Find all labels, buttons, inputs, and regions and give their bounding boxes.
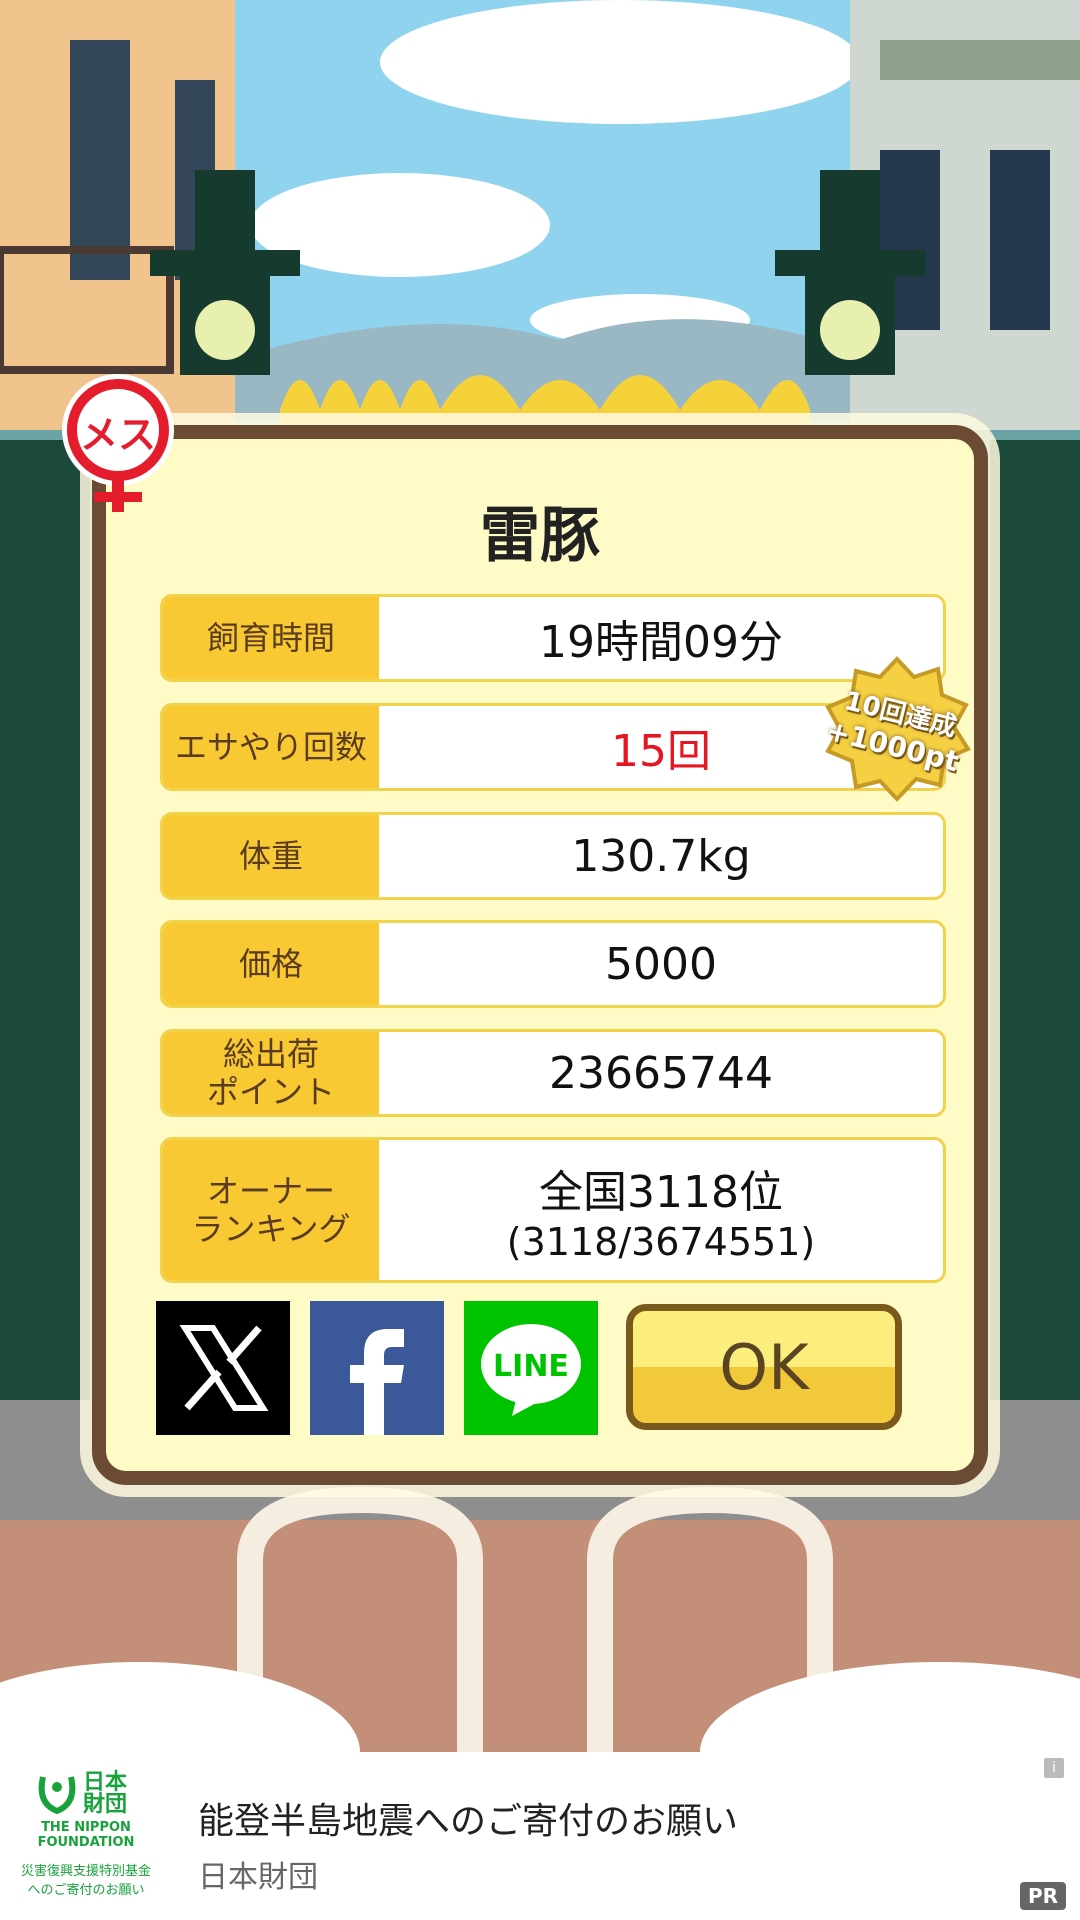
ranking-value: 全国3118位 [539, 1167, 783, 1218]
achievement-badge: 10回達成 +1000pt [822, 655, 972, 805]
ok-button[interactable]: OK [626, 1304, 902, 1430]
share-facebook-button[interactable] [310, 1301, 444, 1435]
share-buttons: LINE [156, 1301, 598, 1435]
stat-value: 130.7kg [571, 830, 751, 882]
line-label: LINE [493, 1349, 569, 1384]
logo-caption1: 災害復興支援特別基金 [20, 1864, 151, 1879]
pig-status-dialog: 雷豚 飼育時間 19時間09分 エサやり回数 15回 体重 130.7kg 価格… [92, 425, 988, 1485]
ad-sponsor: 日本財団 [198, 1860, 318, 1895]
stat-value: 5000 [605, 938, 717, 990]
x-icon [179, 1325, 269, 1411]
stat-row-price: 価格 5000 [160, 920, 946, 1008]
stat-label: エサやり回数 [163, 706, 379, 788]
pig-name-title: 雷豚 [480, 501, 600, 571]
stat-label: 飼育時間 [163, 597, 379, 679]
stat-label: 総出荷 ポイント [163, 1032, 379, 1114]
stat-row-weight: 体重 130.7kg [160, 812, 946, 900]
ranking-detail: (3118/3674551) [506, 1220, 816, 1264]
stat-label: 価格 [163, 923, 379, 1005]
foundation-emblem-icon [38, 1776, 76, 1815]
logo-en2: FOUNDATION [37, 1835, 135, 1850]
share-x-button[interactable] [156, 1301, 290, 1435]
stat-label: 体重 [163, 815, 379, 897]
ad-banner[interactable]: i 日本財団 THE NIPPON FOUNDATION 災害復興支援特別基金 … [0, 1752, 1080, 1920]
stat-label: オーナー ランキング [163, 1140, 379, 1280]
ad-title[interactable]: 能登半島地震へのご寄付のお願い [198, 1792, 738, 1844]
ad-info-icon[interactable]: i [1044, 1758, 1064, 1778]
share-line-button[interactable]: LINE [464, 1301, 598, 1435]
ad-pr-badge: PR [1019, 1882, 1066, 1910]
female-gender-icon: メス [50, 372, 186, 522]
logo-en1: THE NIPPON [41, 1820, 131, 1835]
stat-value-group: 全国3118位 (3118/3674551) [379, 1140, 943, 1280]
gender-label: メス [79, 413, 156, 457]
nippon-foundation-logo: 日本財団 THE NIPPON FOUNDATION 災害復興支援特別基金 への… [12, 1772, 160, 1912]
facebook-icon [350, 1329, 404, 1435]
logo-caption2: へのご寄付のお願い [27, 1883, 145, 1898]
stat-row-shipping-points: 総出荷 ポイント 23665744 [160, 1029, 946, 1117]
logo-jp: 日本財団 [83, 1770, 128, 1817]
stat-value: 23665744 [549, 1047, 773, 1099]
stat-row-owner-ranking: オーナー ランキング 全国3118位 (3118/3674551) [160, 1137, 946, 1283]
